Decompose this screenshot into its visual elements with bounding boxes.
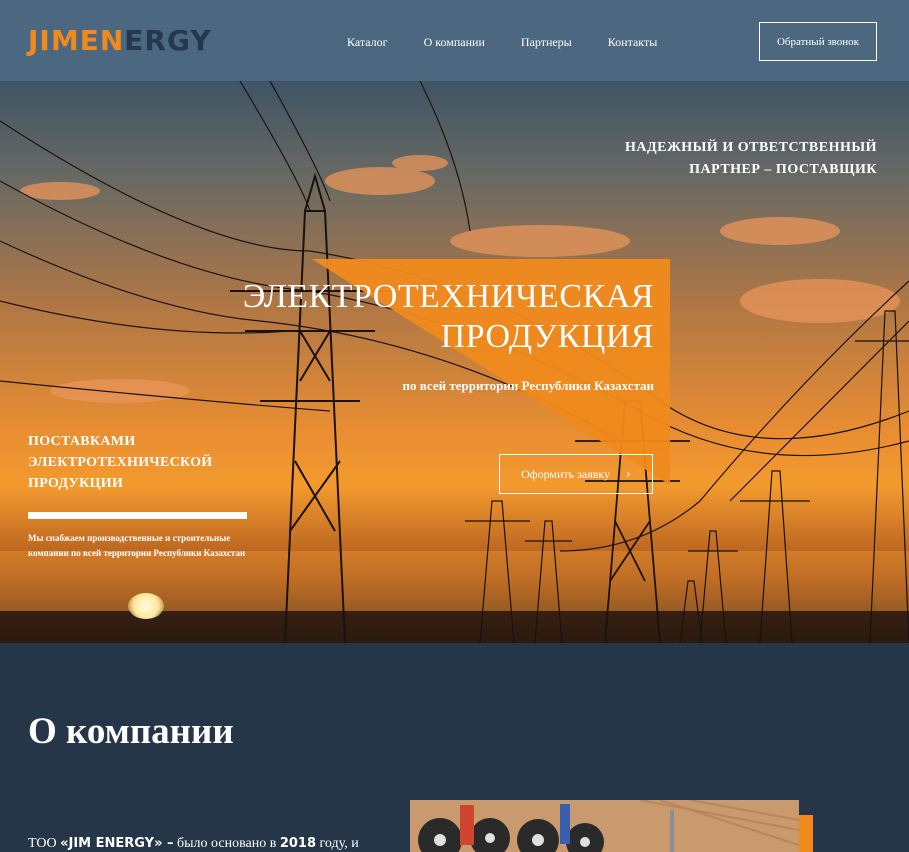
site-header: JIMENERGY Каталог О компании Партнеры Ко… <box>0 0 909 81</box>
callback-button[interactable]: Обратный звонок <box>759 22 877 61</box>
chevron-right-icon: › <box>626 467 631 481</box>
supply-description: Мы снабжаем производственные и строитель… <box>28 533 246 558</box>
about-year: 2018 <box>279 836 317 851</box>
hero-title-line: ПРОДУКЦИЯ <box>440 318 654 355</box>
sun <box>128 593 164 619</box>
nav-partners[interactable]: Партнеры <box>521 34 572 50</box>
supply-title: ПОСТАВКАМИ ЭЛЕКТРОТЕХНИЧЕСКОЙ ПРОДУКЦИИ <box>28 431 248 494</box>
main-nav: Каталог О компании Партнеры Контакты <box>347 34 693 50</box>
order-button[interactable]: Оформить заявку › <box>499 454 653 494</box>
hero-tagline: НАДЕЖНЫЙ И ОТВЕТСТВЕННЫЙ ПАРТНЕР – ПОСТА… <box>577 137 877 181</box>
supply-title-line: ПОСТАВКАМИ <box>28 434 136 449</box>
nav-catalog[interactable]: Каталог <box>347 34 388 50</box>
about-text-part: было основано в <box>173 836 280 851</box>
tagline-line: ПАРТНЕР – ПОСТАВЩИК <box>689 162 877 177</box>
tagline-line: НАДЕЖНЫЙ И ОТВЕТСТВЕННЫЙ <box>624 140 877 155</box>
logo-jim: JIM <box>28 24 80 57</box>
logo-n: N <box>99 24 125 57</box>
about-company-name: «JIM ENERGY» – <box>60 836 174 851</box>
supply-title-line: ПРОДУКЦИИ <box>28 476 124 491</box>
supply-title-line: ЭЛЕКТРОТЕХНИЧЕСКОЙ <box>28 455 213 470</box>
about-heading: О компании <box>28 711 234 752</box>
about-accent-bar <box>799 815 813 852</box>
hero-title: ЭЛЕКТРОТЕХНИЧЕСКАЯ ПРОДУКЦИЯ <box>230 277 654 357</box>
supply-block: ПОСТАВКАМИ ЭЛЕКТРОТЕХНИЧЕСКОЙ ПРОДУКЦИИ … <box>28 431 248 561</box>
nav-contacts[interactable]: Контакты <box>608 34 658 50</box>
hero-subtitle: по всей территории Республики Казахстан <box>402 378 654 393</box>
hero-title-line: ЭЛЕКТРОТЕХНИЧЕСКАЯ <box>242 278 654 315</box>
about-text-part: ТОО <box>28 836 61 851</box>
order-button-label: Оформить заявку <box>521 466 611 481</box>
logo-e: E <box>79 24 100 57</box>
logo[interactable]: JIMENERGY <box>28 24 212 58</box>
warehouse-photo <box>410 800 799 852</box>
hero-banner: НАДЕЖНЫЙ И ОТВЕТСТВЕННЫЙ ПАРТНЕР – ПОСТА… <box>0 81 909 643</box>
logo-ergy: ERGY <box>124 24 212 57</box>
about-text-part: году, и <box>316 836 359 851</box>
divider-bar <box>28 512 247 519</box>
nav-about[interactable]: О компании <box>424 34 485 50</box>
about-text: ТОО «JIM ENERGY» – было основано в 2018 … <box>28 836 359 852</box>
